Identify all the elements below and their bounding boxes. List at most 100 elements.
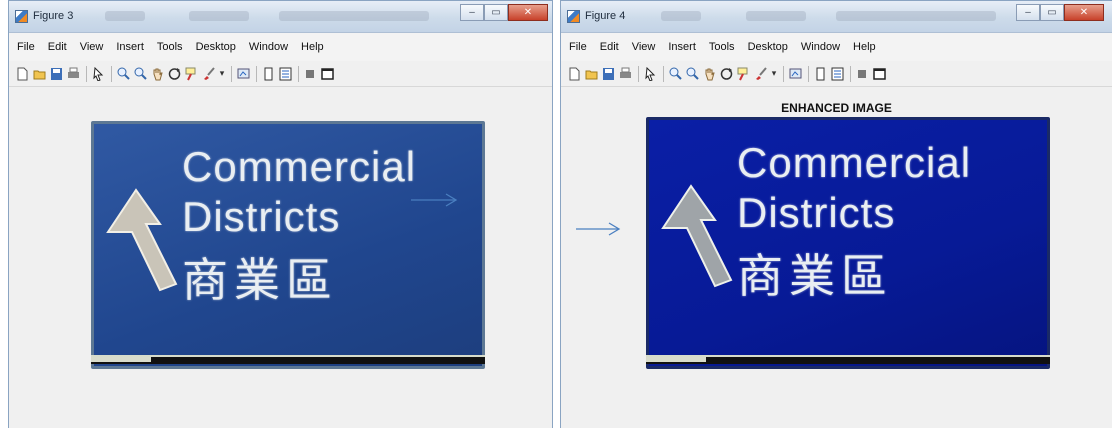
link-plot-icon[interactable] [789,67,802,81]
menu-edit[interactable]: Edit [48,41,67,53]
sign-arrow-icon [661,184,733,288]
toolbar-separator [638,65,639,82]
menu-window[interactable]: Window [249,41,288,53]
minimize-button[interactable]: – [1016,4,1040,21]
zoom-out-icon[interactable] [686,67,699,81]
pointer-icon[interactable] [644,66,657,81]
menu-window[interactable]: Window [801,41,840,53]
toolbar-separator [111,65,112,82]
zoom-out-icon[interactable] [134,67,147,81]
menu-help[interactable]: Help [301,41,324,53]
hide-plot-tools-icon[interactable] [304,67,317,81]
save-icon[interactable] [50,67,63,81]
brush-dropdown-icon[interactable]: ▾ [771,67,777,81]
close-button[interactable]: ✕ [508,4,548,21]
title-bar-blur [189,11,249,21]
sign-text-line-1: Commercial [182,143,417,190]
legend-icon[interactable] [831,67,844,81]
toolbar-separator [850,65,851,82]
menu-bar: File Edit View Insert Tools Desktop Wind… [9,33,552,61]
menu-edit[interactable]: Edit [600,41,619,53]
maximize-button[interactable]: ▭ [484,4,508,21]
minimize-button[interactable]: – [460,4,484,21]
sign-text-line-2: Districts [182,193,341,240]
matlab-figure-icon [15,10,28,23]
pointer-icon[interactable] [92,66,105,81]
print-icon[interactable] [67,67,80,81]
menu-view[interactable]: View [80,41,104,53]
title-bar-blur [746,11,806,21]
menu-file[interactable]: File [17,41,35,53]
pan-icon[interactable] [703,67,716,81]
close-button[interactable]: ✕ [1064,4,1104,21]
title-bar-blur [661,11,701,21]
right-arrow-icon [576,222,621,236]
zoom-in-icon[interactable] [117,67,130,81]
sign-text-line-3: 商業區 [737,249,893,303]
title-bar[interactable]: Figure 3 – ▭ ✕ [9,1,552,33]
toolbar-separator [298,65,299,82]
caption-buttons: – ▭ ✕ [1016,4,1104,22]
zoom-in-icon[interactable] [669,67,682,81]
caption-buttons: – ▭ ✕ [460,4,548,22]
colorbar-icon[interactable] [814,67,827,81]
link-plot-icon[interactable] [237,67,250,81]
brush-icon[interactable] [202,66,215,81]
matlab-figure-icon [567,10,580,23]
figure-3-window: Figure 3 – ▭ ✕ File Edit View Insert Too… [8,0,553,428]
figure-4-window: Figure 4 – ▭ ✕ File Edit View Insert Too… [560,0,1112,428]
figure-toolbar: ▾ [561,61,1112,87]
hide-plot-tools-icon[interactable] [856,67,869,81]
rotate-icon[interactable] [720,67,733,81]
sign-image: Commercial Districts 商業區 [91,121,485,369]
pan-icon[interactable] [151,67,164,81]
menu-view[interactable]: View [632,41,656,53]
menu-bar: File Edit View Insert Tools Desktop Wind… [561,33,1112,61]
show-plot-tools-icon[interactable] [873,67,886,81]
toolbar-separator [86,65,87,82]
show-plot-tools-icon[interactable] [321,67,334,81]
rotate-icon[interactable] [168,67,181,81]
data-cursor-icon[interactable] [185,67,198,81]
data-cursor-icon[interactable] [737,67,750,81]
title-bar-blur [105,11,145,21]
save-icon[interactable] [602,67,615,81]
brush-icon[interactable] [754,66,767,81]
sign-text-line-2: Districts [737,189,896,236]
enhanced-sign-image: Commercial Districts 商業區 [646,117,1050,369]
title-bar-blur [279,11,429,21]
toolbar-separator [808,65,809,82]
print-icon[interactable] [619,67,632,81]
open-file-icon[interactable] [585,67,598,81]
window-title: Figure 3 [33,10,74,22]
menu-insert[interactable]: Insert [668,41,696,53]
menu-tools[interactable]: Tools [157,41,183,53]
sign-bottom-bar [646,355,1050,364]
menu-file[interactable]: File [569,41,587,53]
sign-text-line-1: Commercial [737,139,972,186]
new-file-icon[interactable] [568,67,581,81]
axes-title: ENHANCED IMAGE [781,101,892,115]
brush-dropdown-icon[interactable]: ▾ [219,67,225,81]
menu-desktop[interactable]: Desktop [196,41,236,53]
open-file-icon[interactable] [33,67,46,81]
title-bar[interactable]: Figure 4 – ▭ ✕ [561,1,1112,33]
toolbar-separator [231,65,232,82]
new-file-icon[interactable] [16,67,29,81]
sign-arrow-icon [106,188,178,292]
sign-text-line-3: 商業區 [182,253,338,307]
toolbar-separator [256,65,257,82]
maximize-button[interactable]: ▭ [1040,4,1064,21]
sign-bottom-bar [91,355,485,364]
menu-tools[interactable]: Tools [709,41,735,53]
window-title: Figure 4 [585,10,626,22]
colorbar-icon[interactable] [262,67,275,81]
menu-desktop[interactable]: Desktop [748,41,788,53]
figure-toolbar: ▾ [9,61,552,87]
menu-insert[interactable]: Insert [116,41,144,53]
toolbar-separator [663,65,664,82]
menu-help[interactable]: Help [853,41,876,53]
legend-icon[interactable] [279,67,292,81]
title-bar-blur [836,11,996,21]
right-arrow-icon [411,193,458,207]
